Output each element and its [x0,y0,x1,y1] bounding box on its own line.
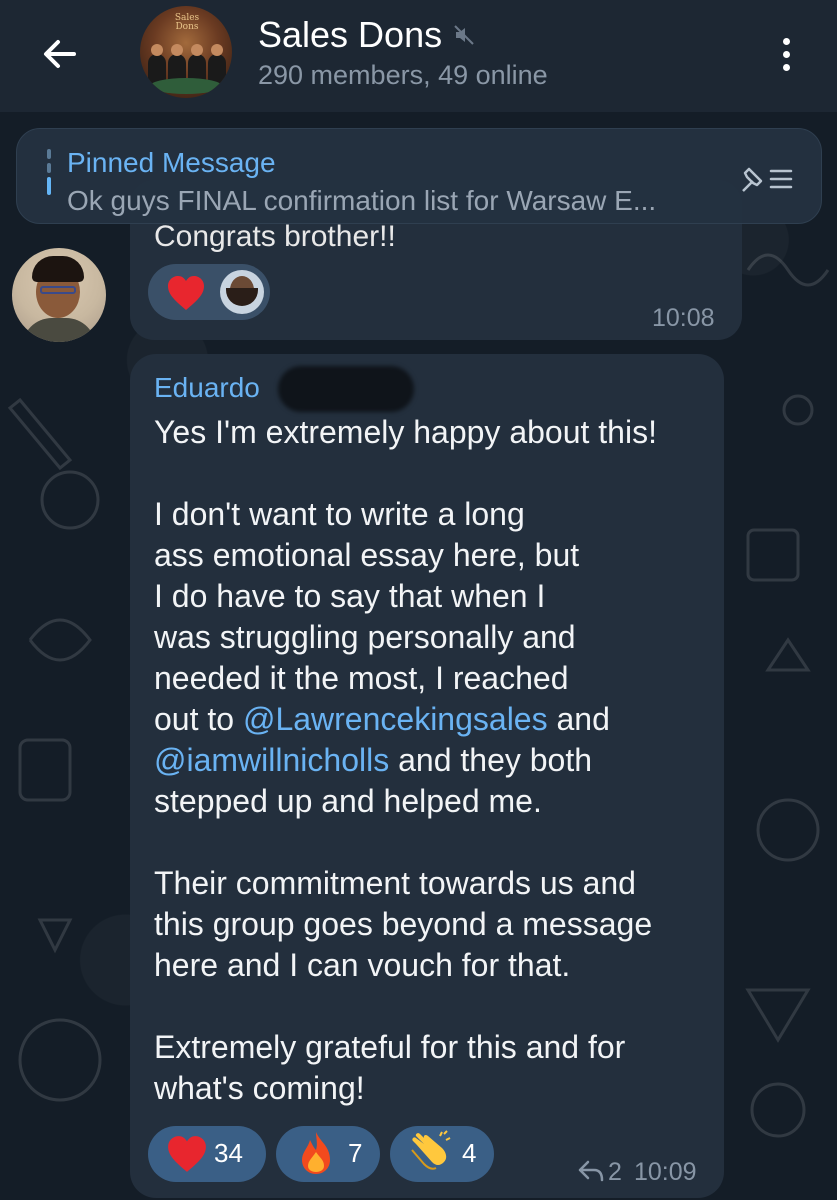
avatar-logo: Sales Dons [174,13,200,32]
reactor-avatar [220,270,264,314]
mention-link[interactable]: @Lawrencekingsales [243,701,548,737]
group-title: Sales Dons [258,14,443,55]
reply-icon[interactable] [578,1160,604,1182]
message-line: was struggling personally and [154,619,576,655]
message-text-partial: Congrats brother!! [154,220,396,253]
doodle-decoration [7,397,102,1102]
members-status: 290 members, 49 online [258,60,548,90]
pinned-title: Pinned Message [67,147,276,178]
dot-icon [782,63,790,71]
message-line: stepped up and helped me. [154,783,542,819]
message-line: Extremely grateful for this and for [154,1029,626,1065]
message-line: this group goes beyond a message [154,906,653,942]
more-options-button[interactable] [766,30,806,78]
message-time: 10:08 [652,304,715,332]
reply-count[interactable]: 2 [608,1158,622,1187]
message-time: 10:09 [634,1158,697,1186]
reaction-count: 4 [462,1138,477,1168]
message-line: ass emotional essay here, but [154,537,580,573]
reaction-count: 7 [348,1138,363,1168]
message-line: I do have to say that when I [154,578,546,614]
group-avatar[interactable]: Sales Dons [140,6,232,98]
pinned-indicator [47,149,51,207]
message-line: here and I can vouch for that. [154,947,571,983]
sender-avatar[interactable] [12,248,106,342]
fire-icon [302,1132,330,1174]
dot-icon [782,50,790,58]
sender-name[interactable]: Eduardo [154,372,260,404]
dot-icon [782,37,790,45]
mute-icon [454,25,474,45]
clap-icon [411,1130,451,1170]
chat-title-area[interactable]: Sales Dons [258,14,476,56]
pinned-text: Ok guys FINAL confirmation list for Wars… [67,185,657,216]
heart-icon [168,276,204,310]
pinned-list-icon[interactable] [739,163,795,195]
pinned-message-bar[interactable]: Pinned Message Ok guys FINAL confirmatio… [16,128,822,224]
message-line: needed it the most, I reached [154,660,569,696]
message-line: out to @Lawrencekingsales and [154,701,610,737]
chat-header: Sales Dons Sales Dons 290 members, 49 on… [0,0,837,112]
arrow-left-icon [44,40,76,68]
back-button[interactable] [36,30,84,78]
reaction-count: 34 [214,1138,243,1168]
message-line: @iamwillnicholls and they both [154,742,593,778]
message-line: Their commitment towards us and [154,865,636,901]
heart-icon [168,1136,206,1172]
doodle-decoration [745,253,830,1138]
message-line: Yes I'm extremely happy about this! [154,414,657,450]
message-line: what's coming! [154,1070,365,1106]
redacted-name [278,366,414,412]
mention-link[interactable]: @iamwillnicholls [154,742,389,778]
message-line: I don't want to write a long [154,496,525,532]
